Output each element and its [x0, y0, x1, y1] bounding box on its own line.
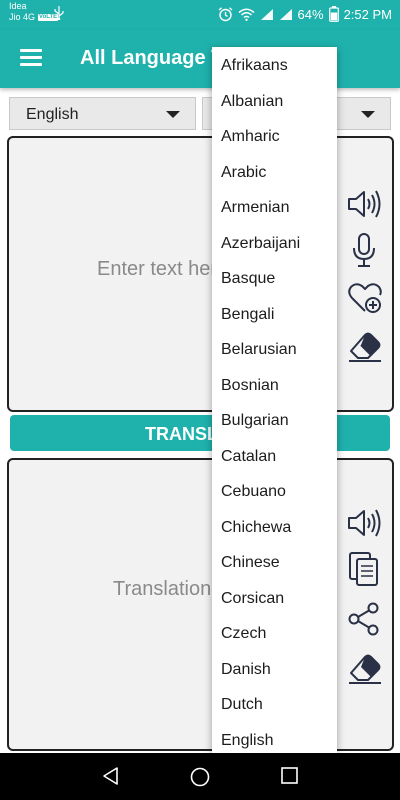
dropdown-item-amharic[interactable]: Amharic [212, 119, 337, 155]
signal-icon-2 [279, 8, 293, 21]
dropdown-item-corsican[interactable]: Corsican [212, 581, 337, 617]
source-language-label: English [26, 106, 79, 123]
carrier-1: Idea [9, 1, 27, 11]
dropdown-item-afrikaans[interactable]: Afrikaans [212, 48, 337, 84]
dropdown-item-catalan[interactable]: Catalan [212, 439, 337, 475]
dropdown-item-czech[interactable]: Czech [212, 616, 337, 652]
battery-percent: 64% [297, 6, 324, 22]
dropdown-item-bengali[interactable]: Bengali [212, 297, 337, 333]
app-bar: All Language Translator [0, 30, 400, 88]
signal-icon [260, 8, 274, 21]
dropdown-item-bulgarian[interactable]: Bulgarian [212, 403, 337, 439]
back-icon[interactable] [101, 766, 121, 791]
dropdown-item-cebuano[interactable]: Cebuano [212, 474, 337, 510]
copy-icon[interactable] [346, 551, 382, 587]
usb-icon [54, 6, 64, 23]
dropdown-item-chinese[interactable]: Chinese [212, 545, 337, 581]
dropdown-item-albanian[interactable]: Albanian [212, 84, 337, 120]
dropdown-item-armenian[interactable]: Armenian [212, 190, 337, 226]
source-language-select[interactable]: English [9, 97, 196, 130]
carrier-info: Idea Jio 4G VoLTE [9, 1, 59, 23]
dropdown-item-arabic[interactable]: Arabic [212, 155, 337, 191]
dropdown-item-dutch[interactable]: Dutch [212, 687, 337, 723]
dropdown-item-basque[interactable]: Basque [212, 261, 337, 297]
input-placeholder: Enter text here [97, 258, 229, 280]
dropdown-item-belarusian[interactable]: Belarusian [212, 332, 337, 368]
dropdown-item-danish[interactable]: Danish [212, 652, 337, 688]
language-dropdown[interactable]: Afrikaans Albanian Amharic Arabic Armenian Az… [212, 47, 337, 753]
heart-plus-icon[interactable] [347, 280, 383, 316]
chevron-down-icon [166, 111, 180, 118]
share-icon[interactable] [346, 601, 382, 637]
eraser-icon[interactable] [347, 649, 383, 685]
eraser-icon[interactable] [347, 327, 383, 363]
dropdown-item-chichewa[interactable]: Chichewa [212, 510, 337, 546]
home-icon[interactable] [189, 766, 211, 793]
carrier-2: Jio 4G [9, 12, 36, 22]
dropdown-item-azerbaijani[interactable]: Azerbaijani [212, 226, 337, 262]
speaker-icon[interactable] [346, 186, 382, 222]
dropdown-item-english[interactable]: English [212, 723, 337, 754]
battery-icon [328, 6, 339, 22]
chevron-down-icon [361, 111, 375, 118]
microphone-icon[interactable] [346, 232, 382, 268]
status-bar: Idea Jio 4G VoLTE 64% 2:52 PM [0, 0, 400, 30]
clock: 2:52 PM [343, 6, 392, 22]
navigation-bar [0, 753, 400, 800]
dropdown-item-bosnian[interactable]: Bosnian [212, 368, 337, 404]
alarm-icon [218, 6, 233, 22]
recents-icon[interactable] [280, 766, 300, 791]
wifi-icon [238, 8, 255, 21]
menu-icon[interactable] [20, 49, 42, 67]
speaker-icon[interactable] [346, 505, 382, 541]
output-placeholder: Translation [113, 578, 212, 600]
